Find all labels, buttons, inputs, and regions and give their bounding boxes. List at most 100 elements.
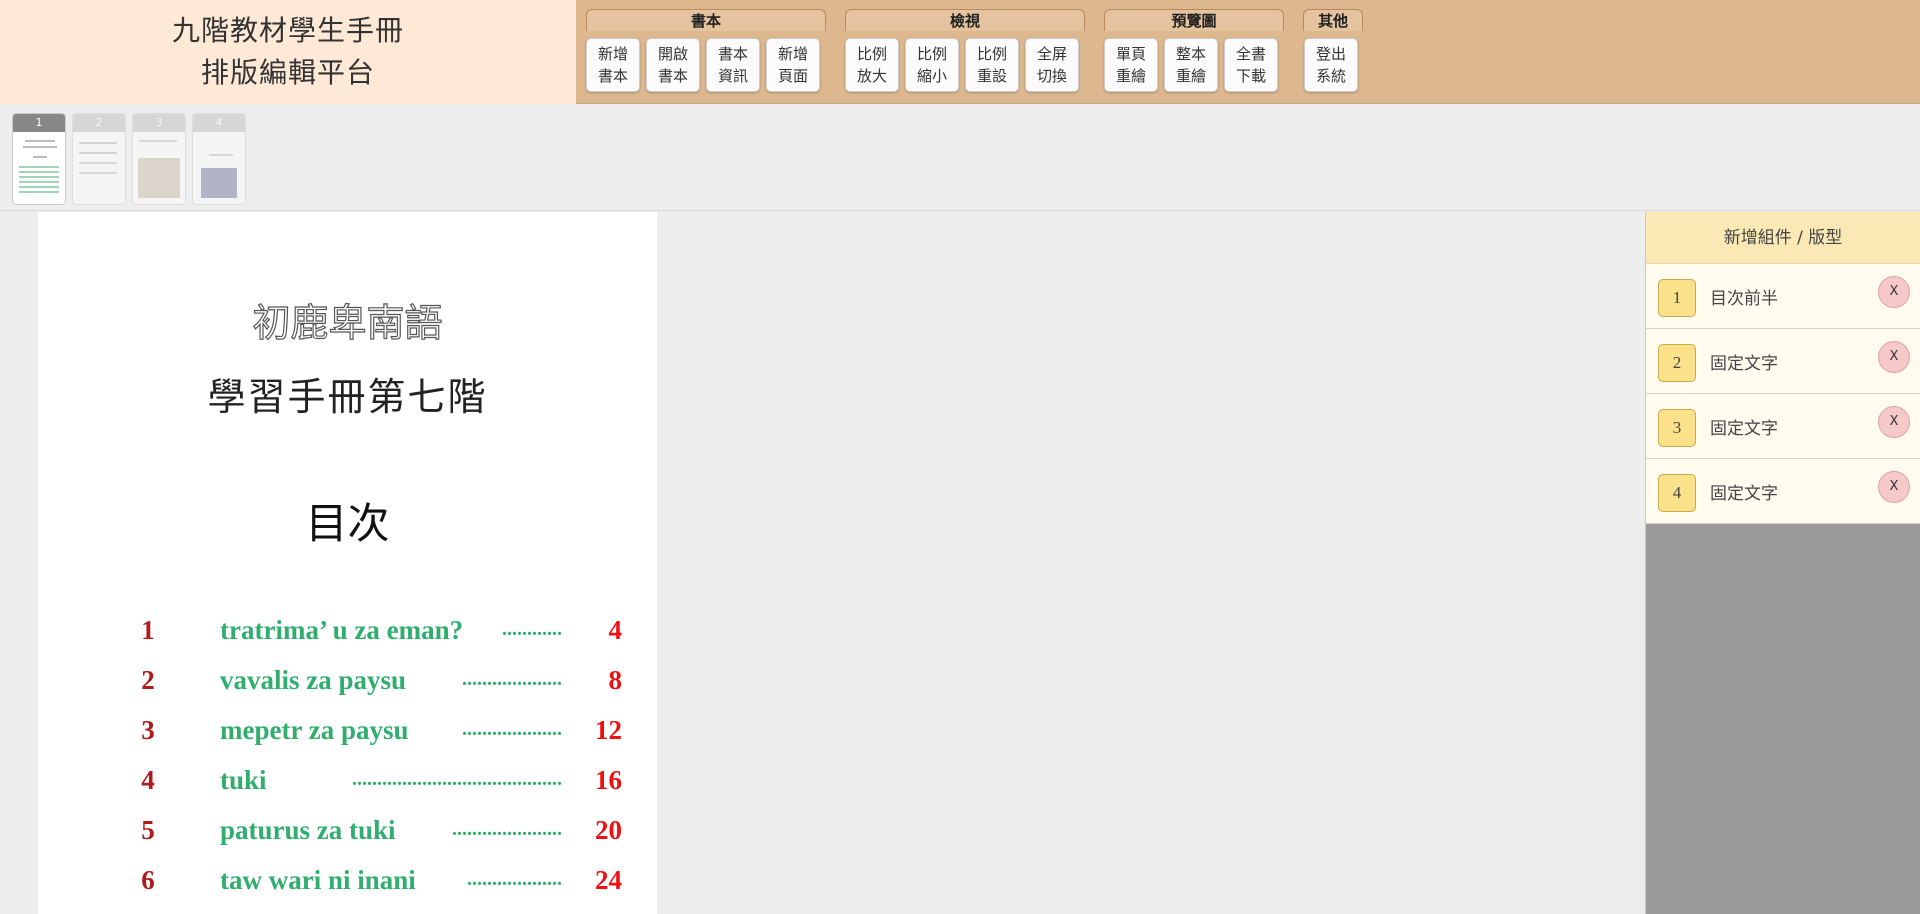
thumb-line	[19, 191, 59, 193]
download-book-button[interactable]: 全書 下載	[1224, 38, 1278, 92]
app-title-line2: 排版編輯平台	[200, 56, 375, 89]
group-title-book: 書本	[586, 9, 826, 31]
redraw-book-button[interactable]: 整本 重繪	[1164, 38, 1218, 92]
page-thumbnail[interactable]: 2	[72, 113, 126, 205]
toc-title: vavalis za paysu	[220, 665, 407, 695]
toc-leader: ............	[502, 618, 562, 640]
document-page[interactable]: 初鹿卑南語 學習手冊第七階 目次 1 tratrima’ u za eman? …	[38, 212, 657, 914]
new-page-button[interactable]: 新增 頁面	[766, 38, 820, 92]
zoom-reset-button[interactable]: 比例 重設	[965, 38, 1019, 92]
thumb-line	[79, 152, 117, 154]
component-index-badge: 1	[1658, 279, 1696, 317]
component-item[interactable]: 1 目次前半 X	[1646, 264, 1920, 329]
thumb-line	[19, 186, 59, 188]
btn-label: 重繪	[1115, 67, 1146, 85]
toc-heading[interactable]: 目次	[38, 490, 657, 551]
component-label: 固定文字	[1710, 354, 1778, 374]
toc-title: taw wari ni inani	[220, 865, 416, 895]
btn-label: 新增	[597, 45, 628, 63]
page-thumbnail[interactable]: 3	[132, 113, 186, 205]
btn-label: 全書	[1235, 45, 1266, 63]
panel-header[interactable]: 新增組件 / 版型	[1646, 212, 1920, 264]
toolbar-group-book: 書本 新增 書本 開啟 書本 書本 資訊 新增 頁面	[586, 9, 826, 92]
book-title[interactable]: 初鹿卑南語	[38, 292, 657, 347]
thumb-line	[19, 166, 59, 168]
group-title-preview: 預覽圖	[1104, 9, 1284, 31]
btn-label: 系統	[1315, 67, 1346, 85]
btn-label: 登出	[1315, 45, 1346, 63]
thumb-line	[25, 140, 55, 142]
btn-label: 新增	[777, 45, 808, 63]
group-title-other: 其他	[1303, 9, 1363, 31]
toc-number: 2	[141, 665, 155, 695]
page-thumbnail[interactable]: 4	[192, 113, 246, 205]
thumbnail-number: 1	[13, 114, 65, 132]
thumb-line	[79, 142, 117, 144]
toc-title: tratrima’ u za eman?	[220, 615, 464, 645]
logout-button[interactable]: 登出 系統	[1304, 38, 1358, 92]
btn-label: 比例	[916, 45, 947, 63]
toc-page-number: 20	[595, 815, 622, 845]
toc-row[interactable]: 6 taw wari ni inani ................... …	[130, 865, 622, 905]
toc-row[interactable]: 2 vavalis za paysu .................... …	[130, 665, 622, 705]
book-info-button[interactable]: 書本 資訊	[706, 38, 760, 92]
component-label: 目次前半	[1710, 289, 1778, 309]
app-title: 九階教材學生手冊 排版編輯平台	[0, 0, 576, 104]
btn-label: 縮小	[916, 67, 947, 85]
toc-row[interactable]: 1 tratrima’ u za eman? ............ 4	[130, 615, 622, 655]
btn-label: 重設	[976, 67, 1007, 85]
btn-label: 比例	[976, 45, 1007, 63]
redraw-page-button[interactable]: 單頁 重繪	[1104, 38, 1158, 92]
toc-row[interactable]: 4 tuki .................................…	[130, 765, 622, 805]
toc-row[interactable]: 3 mepetr za paysu .................... 1…	[130, 715, 622, 755]
btn-label: 書本	[597, 67, 628, 85]
thumb-line	[209, 154, 233, 156]
toc-leader: ........................................…	[352, 768, 562, 790]
btn-label: 比例	[856, 45, 887, 63]
fullscreen-toggle-button[interactable]: 全屏 切換	[1025, 38, 1079, 92]
new-book-button[interactable]: 新增 書本	[586, 38, 640, 92]
page-thumbnail[interactable]: 1	[12, 113, 66, 205]
btn-label: 書本	[657, 67, 688, 85]
btn-label: 頁面	[777, 67, 808, 85]
component-panel: 新增組件 / 版型 1 目次前半 X 2 固定文字 X 3 固定文字 X 4 固…	[1645, 212, 1920, 914]
open-book-button[interactable]: 開啟 書本	[646, 38, 700, 92]
book-subtitle[interactable]: 學習手冊第七階	[38, 366, 657, 421]
toc-page-number: 24	[595, 865, 622, 895]
page-thumbnail-strip: 1 2 3 4	[0, 105, 1920, 211]
thumbnail-number: 4	[193, 114, 245, 132]
component-item[interactable]: 2 固定文字 X	[1646, 329, 1920, 394]
delete-component-button[interactable]: X	[1878, 276, 1910, 308]
delete-component-button[interactable]: X	[1878, 471, 1910, 503]
group-title-view: 檢視	[845, 9, 1085, 31]
toc-title: paturus za tuki	[220, 815, 396, 845]
toc-page-number: 8	[608, 665, 623, 695]
toc-row[interactable]: 5 paturus za tuki ......................…	[130, 815, 622, 855]
thumbnail-number: 2	[73, 114, 125, 132]
component-item[interactable]: 4 固定文字 X	[1646, 459, 1920, 524]
thumb-line	[139, 140, 177, 142]
toc-page-number: 16	[595, 765, 622, 795]
thumbnail-image	[138, 158, 180, 198]
toc-leader: ...................	[467, 868, 562, 890]
btn-label: 放大	[856, 67, 887, 85]
toc-number: 4	[141, 765, 155, 795]
btn-label: 單頁	[1115, 45, 1146, 63]
thumbnail-image	[201, 168, 237, 198]
thumb-line	[19, 176, 59, 178]
component-item[interactable]: 3 固定文字 X	[1646, 394, 1920, 459]
toc-number: 1	[141, 615, 155, 645]
zoom-out-button[interactable]: 比例 縮小	[905, 38, 959, 92]
thumb-line	[23, 146, 57, 148]
zoom-in-button[interactable]: 比例 放大	[845, 38, 899, 92]
thumb-line	[19, 181, 59, 183]
delete-component-button[interactable]: X	[1878, 341, 1910, 373]
delete-component-button[interactable]: X	[1878, 406, 1910, 438]
btn-label: 全屏	[1036, 45, 1067, 63]
component-index-badge: 3	[1658, 409, 1696, 447]
btn-label: 書本	[717, 45, 748, 63]
component-label: 固定文字	[1710, 419, 1778, 439]
component-index-badge: 4	[1658, 474, 1696, 512]
app-title-line1: 九階教材學生手冊	[171, 14, 404, 47]
toc-page-number: 12	[595, 715, 622, 745]
